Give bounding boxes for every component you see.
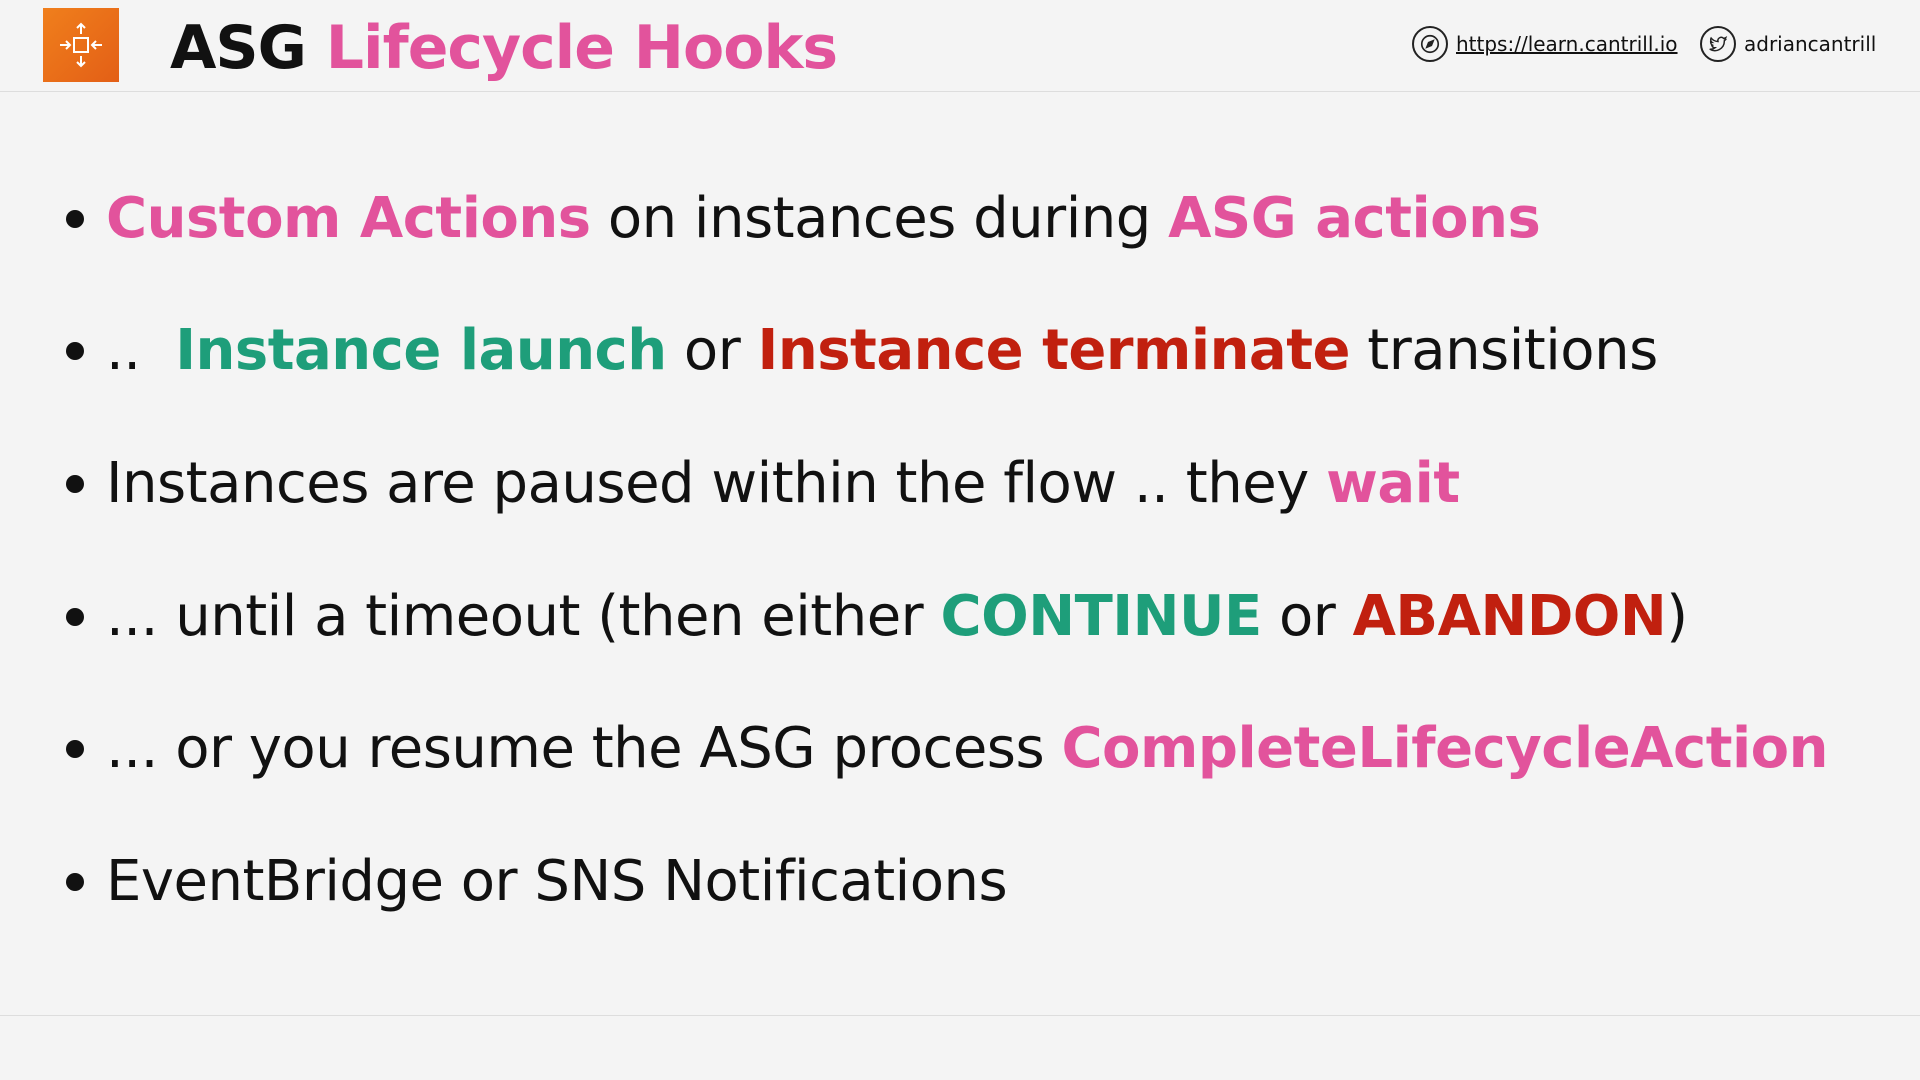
bullet-text-highlight: CompleteLifecycleAction [1061, 716, 1829, 781]
bullet-item: ... until a timeout (then either CONTINU… [66, 582, 1688, 652]
bullet-dot [66, 210, 84, 228]
bullet-text: transitions [1349, 318, 1658, 383]
title-asg: ASG [170, 13, 307, 83]
twitter-handle[interactable]: adriancantrill [1700, 26, 1876, 62]
bullet-text-highlight: Instance terminate [757, 318, 1351, 383]
slide-header: ASG Lifecycle Hooks https://learn.cantri… [0, 0, 1920, 92]
page-title: ASG Lifecycle Hooks [170, 8, 838, 88]
slide-body: Custom Actions on instances during ASG a… [0, 92, 1920, 1016]
bullet-item: Instances are paused within the flow .. … [66, 449, 1460, 519]
title-lifecycle-hooks: Lifecycle Hooks [325, 13, 838, 83]
course-link-text[interactable]: https://learn.cantrill.io [1456, 32, 1678, 56]
bullet-text: ... until a timeout (then either [106, 584, 941, 649]
bullet-item: .. Instance launch or Instance terminate… [66, 316, 1658, 386]
course-link[interactable]: https://learn.cantrill.io [1412, 26, 1678, 62]
bullet-text-highlight: wait [1326, 451, 1460, 516]
bullet-text: Instances are paused within the flow .. … [106, 451, 1327, 516]
bullet-item: EventBridge or SNS Notifications [66, 847, 1008, 917]
bullet-text: on instances during [590, 186, 1169, 251]
twitter-handle-text[interactable]: adriancantrill [1744, 32, 1876, 56]
bullet-text: ) [1666, 584, 1688, 649]
bullet-dot [66, 873, 84, 891]
bullet-item: Custom Actions on instances during ASG a… [66, 184, 1541, 254]
bullet-dot [66, 608, 84, 626]
bullet-dot [66, 342, 84, 360]
bullet-text: ... or you resume the ASG process [106, 716, 1062, 781]
bullet-text-highlight: Instance launch [175, 318, 667, 383]
bullet-dot [66, 475, 84, 493]
bullet-text: or [1261, 584, 1353, 649]
bullet-text-highlight: Custom Actions [106, 186, 591, 251]
auto-scaling-icon [43, 8, 119, 82]
compass-icon [1412, 26, 1448, 62]
bullet-text-highlight: ASG actions [1168, 186, 1541, 251]
bullet-text: .. [106, 318, 176, 383]
twitter-icon [1700, 26, 1736, 62]
bullet-text: EventBridge or SNS Notifications [106, 849, 1008, 914]
bullet-text-highlight: ABANDON [1352, 584, 1667, 649]
bullet-text: or [666, 318, 758, 383]
bullet-item: ... or you resume the ASG process Comple… [66, 714, 1829, 784]
bullet-dot [66, 740, 84, 758]
bullet-text-highlight: CONTINUE [940, 584, 1263, 649]
